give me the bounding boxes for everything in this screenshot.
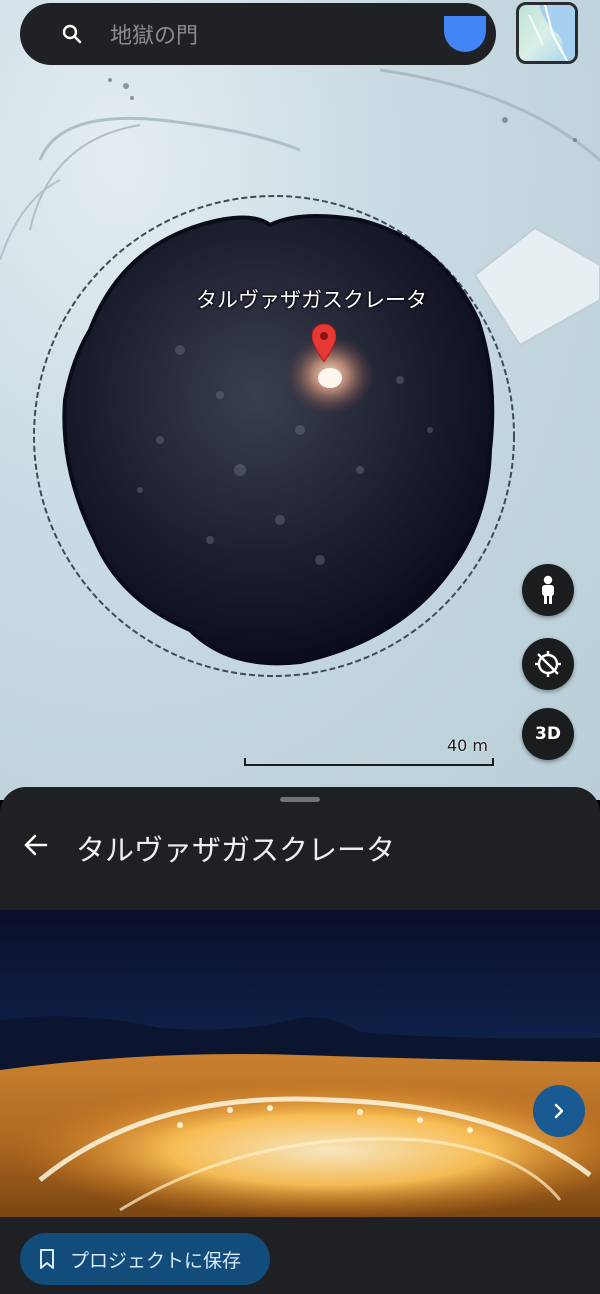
save-to-project-button[interactable]: プロジェクトに保存 xyxy=(20,1233,270,1285)
search-bar[interactable]: 地獄の門 xyxy=(20,3,496,65)
bookmark-icon xyxy=(40,1249,54,1269)
scale-bar: 40 m xyxy=(244,736,496,768)
compass-off-icon xyxy=(535,651,561,677)
place-bottom-sheet[interactable]: タルヴァザガスクレータ プロジェクトに保存 xyxy=(0,787,600,1294)
compass-button[interactable] xyxy=(522,638,574,690)
map-layer-thumbnail[interactable] xyxy=(516,2,578,64)
location-pin-icon[interactable] xyxy=(312,324,336,362)
3d-toggle-button[interactable]: 3D xyxy=(522,708,574,760)
mic-icon[interactable] xyxy=(444,16,486,52)
save-to-project-label: プロジェクトに保存 xyxy=(70,1249,242,1272)
place-title: タルヴァザガスクレータ xyxy=(76,833,396,867)
pegman-icon xyxy=(542,575,554,604)
chevron-right-icon xyxy=(554,1103,564,1119)
place-photo[interactable] xyxy=(0,910,600,1217)
search-icon[interactable] xyxy=(60,22,84,46)
scale-label: 40 m xyxy=(446,736,488,755)
sheet-drag-handle[interactable] xyxy=(280,797,320,802)
search-query[interactable]: 地獄の門 xyxy=(110,18,444,50)
place-label[interactable]: タルヴァザガスクレータ xyxy=(196,284,427,314)
arrow-back-icon[interactable] xyxy=(22,831,50,859)
street-view-button[interactable] xyxy=(522,564,574,616)
next-photo-button[interactable] xyxy=(533,1085,585,1137)
scale-ruler xyxy=(244,758,494,766)
satellite-map[interactable]: 地獄の門 タルヴァザガスクレータ 3D 40 m xyxy=(0,0,600,800)
satellite-imagery xyxy=(0,57,600,677)
